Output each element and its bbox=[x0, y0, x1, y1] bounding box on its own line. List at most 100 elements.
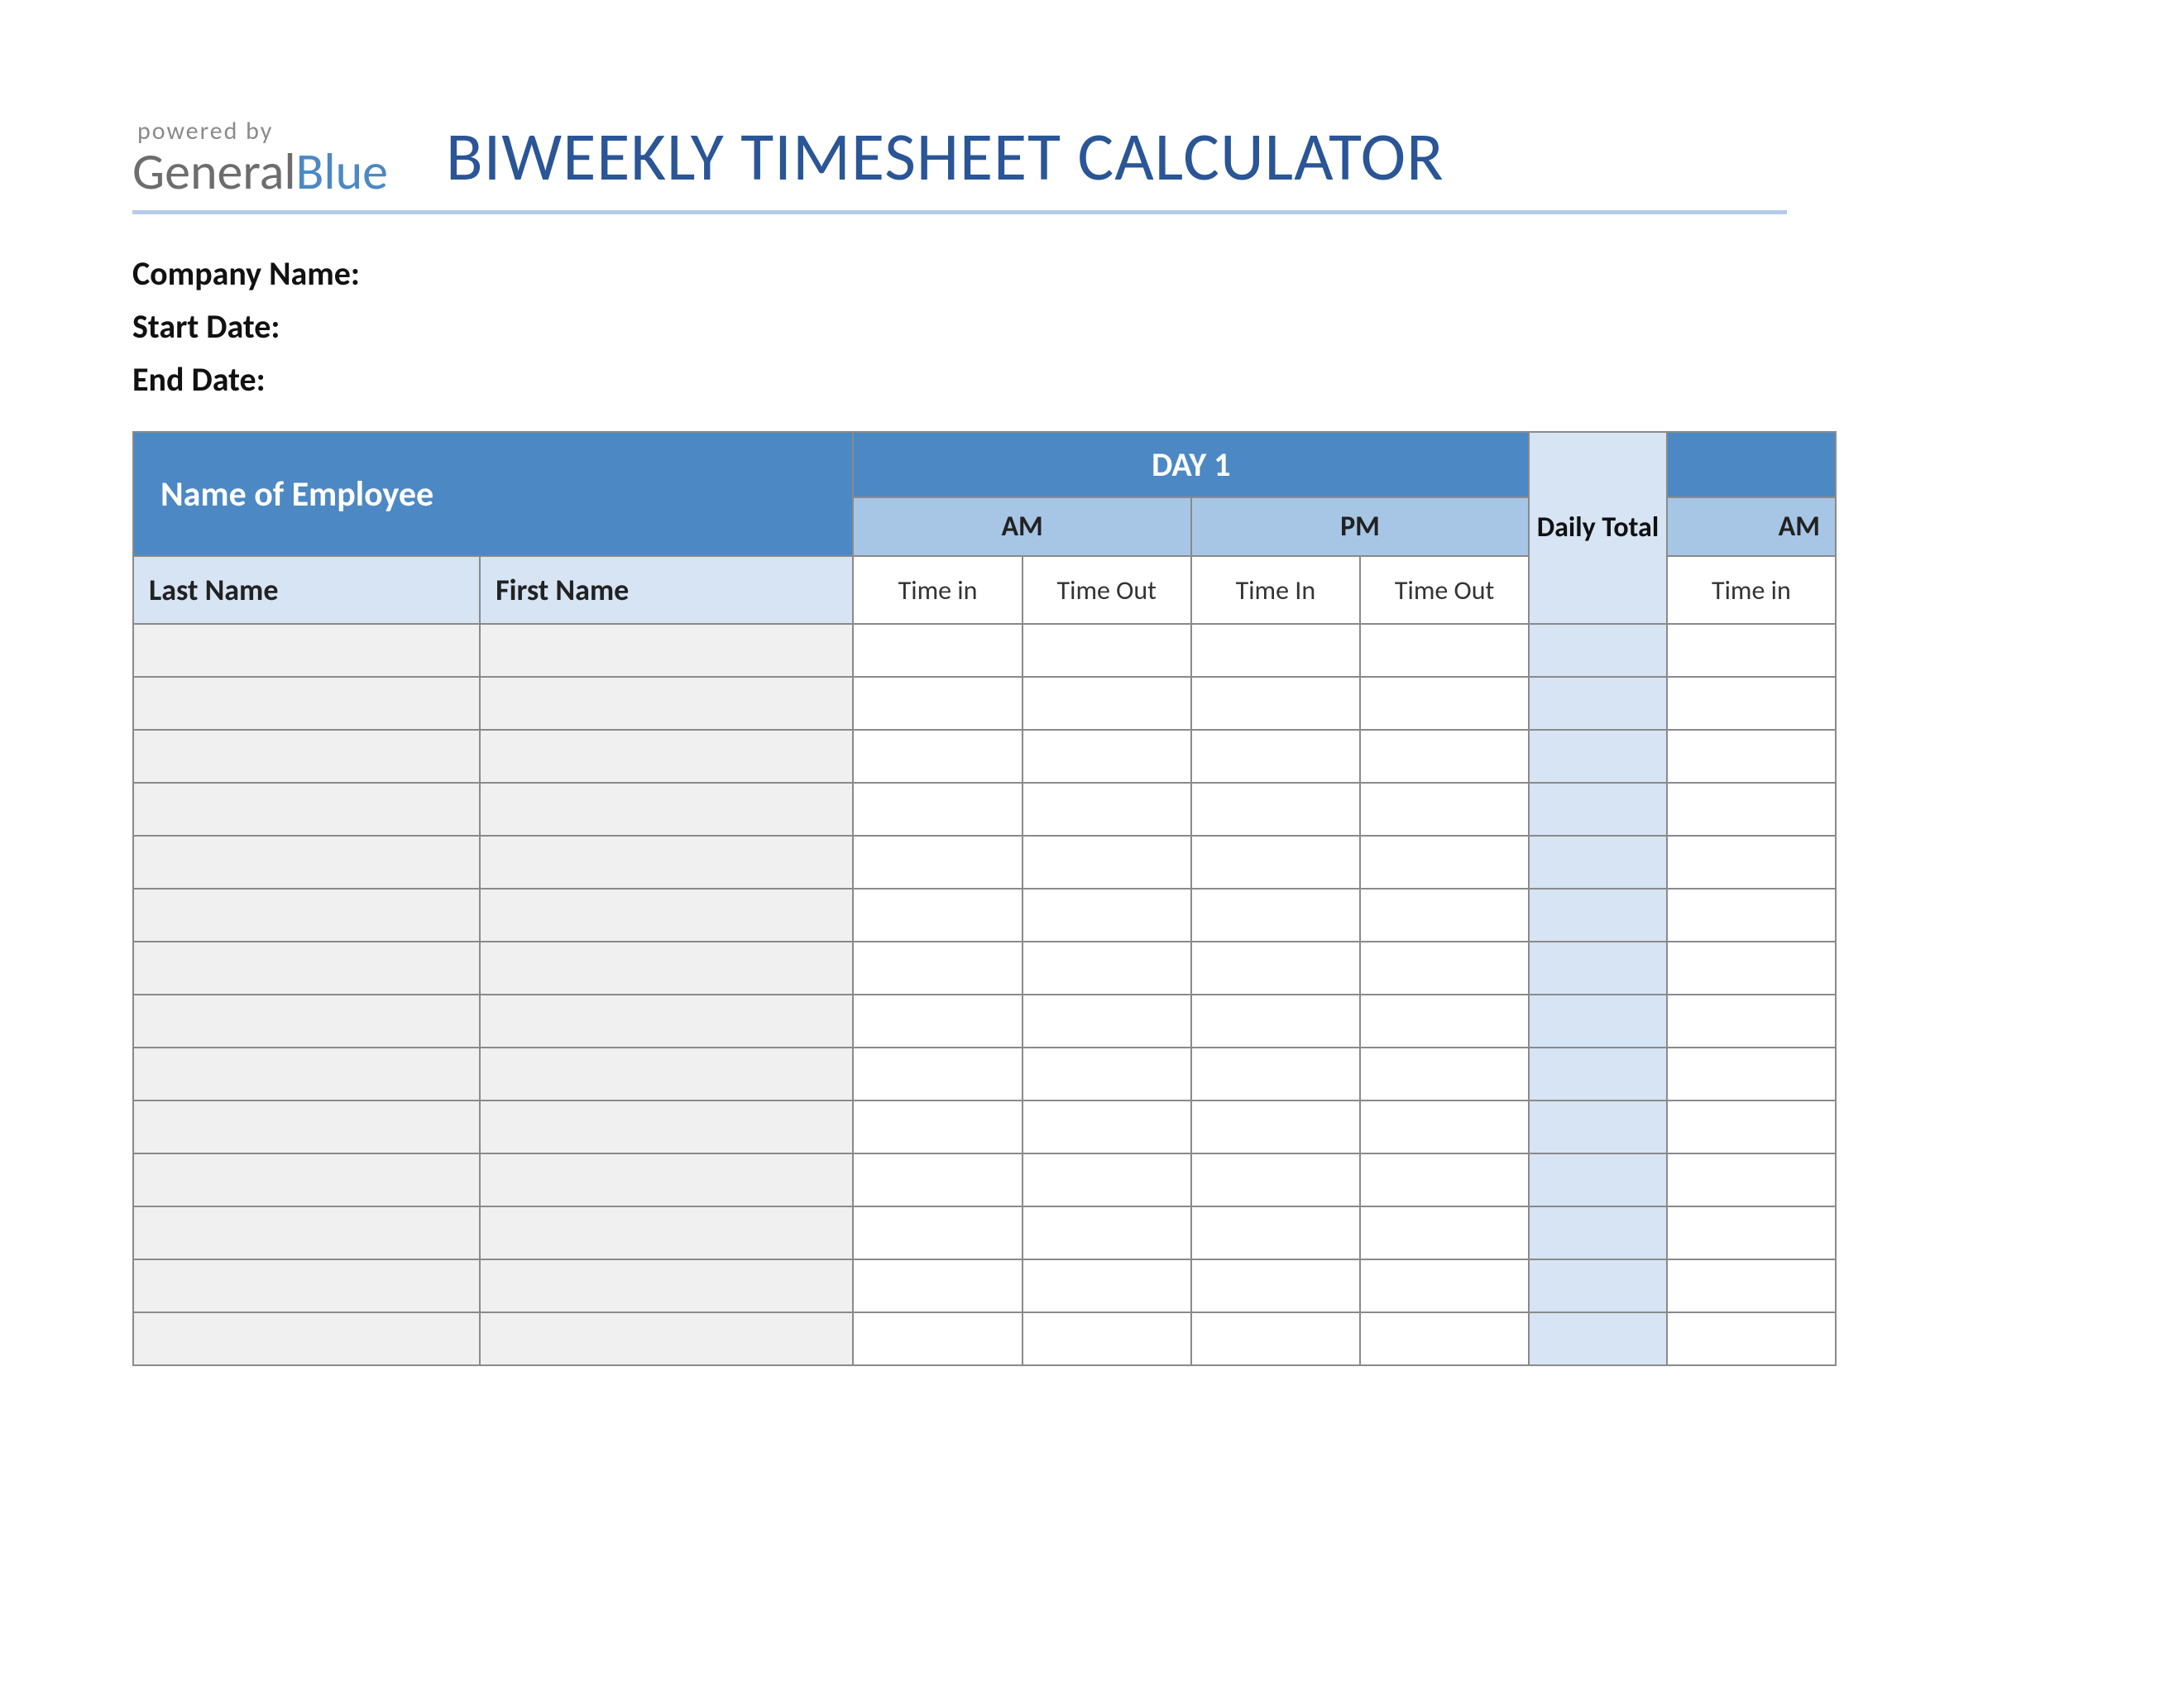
time-in-pm-cell[interactable] bbox=[1191, 677, 1360, 730]
time-in-pm-cell[interactable] bbox=[1191, 1312, 1360, 1365]
time-in-pm-cell[interactable] bbox=[1191, 889, 1360, 942]
time-in-day2-cell[interactable] bbox=[1667, 995, 1836, 1048]
daily-total-cell[interactable] bbox=[1529, 1101, 1667, 1153]
time-out-am-cell[interactable] bbox=[1023, 1153, 1191, 1206]
daily-total-cell[interactable] bbox=[1529, 1206, 1667, 1259]
daily-total-cell[interactable] bbox=[1529, 889, 1667, 942]
time-in-am-cell[interactable] bbox=[853, 1048, 1022, 1101]
time-in-pm-cell[interactable] bbox=[1191, 1101, 1360, 1153]
daily-total-cell[interactable] bbox=[1529, 1312, 1667, 1365]
daily-total-cell[interactable] bbox=[1529, 836, 1667, 889]
last-name-cell[interactable] bbox=[133, 942, 480, 995]
time-out-pm-cell[interactable] bbox=[1360, 942, 1529, 995]
time-in-pm-cell[interactable] bbox=[1191, 942, 1360, 995]
last-name-cell[interactable] bbox=[133, 624, 480, 677]
first-name-cell[interactable] bbox=[480, 1259, 853, 1312]
time-in-day2-cell[interactable] bbox=[1667, 677, 1836, 730]
last-name-cell[interactable] bbox=[133, 1101, 480, 1153]
time-out-pm-cell[interactable] bbox=[1360, 836, 1529, 889]
time-in-pm-cell[interactable] bbox=[1191, 1259, 1360, 1312]
time-in-day2-cell[interactable] bbox=[1667, 1101, 1836, 1153]
first-name-cell[interactable] bbox=[480, 1153, 853, 1206]
last-name-cell[interactable] bbox=[133, 1048, 480, 1101]
daily-total-cell[interactable] bbox=[1529, 942, 1667, 995]
daily-total-cell[interactable] bbox=[1529, 1259, 1667, 1312]
time-in-am-cell[interactable] bbox=[853, 730, 1022, 783]
first-name-cell[interactable] bbox=[480, 942, 853, 995]
time-out-am-cell[interactable] bbox=[1023, 995, 1191, 1048]
first-name-cell[interactable] bbox=[480, 1101, 853, 1153]
time-out-am-cell[interactable] bbox=[1023, 942, 1191, 995]
time-out-am-cell[interactable] bbox=[1023, 1206, 1191, 1259]
daily-total-cell[interactable] bbox=[1529, 677, 1667, 730]
first-name-cell[interactable] bbox=[480, 1312, 853, 1365]
time-in-am-cell[interactable] bbox=[853, 677, 1022, 730]
time-out-pm-cell[interactable] bbox=[1360, 677, 1529, 730]
time-in-day2-cell[interactable] bbox=[1667, 889, 1836, 942]
last-name-cell[interactable] bbox=[133, 995, 480, 1048]
time-out-pm-cell[interactable] bbox=[1360, 730, 1529, 783]
time-in-pm-cell[interactable] bbox=[1191, 836, 1360, 889]
time-in-pm-cell[interactable] bbox=[1191, 730, 1360, 783]
time-in-day2-cell[interactable] bbox=[1667, 624, 1836, 677]
time-in-day2-cell[interactable] bbox=[1667, 1312, 1836, 1365]
time-out-pm-cell[interactable] bbox=[1360, 1312, 1529, 1365]
time-out-pm-cell[interactable] bbox=[1360, 1259, 1529, 1312]
first-name-cell[interactable] bbox=[480, 730, 853, 783]
time-out-am-cell[interactable] bbox=[1023, 783, 1191, 836]
time-in-day2-cell[interactable] bbox=[1667, 942, 1836, 995]
time-in-day2-cell[interactable] bbox=[1667, 783, 1836, 836]
daily-total-cell[interactable] bbox=[1529, 783, 1667, 836]
time-out-pm-cell[interactable] bbox=[1360, 1153, 1529, 1206]
time-out-pm-cell[interactable] bbox=[1360, 783, 1529, 836]
time-out-am-cell[interactable] bbox=[1023, 1048, 1191, 1101]
time-in-day2-cell[interactable] bbox=[1667, 1153, 1836, 1206]
time-in-am-cell[interactable] bbox=[853, 942, 1022, 995]
last-name-cell[interactable] bbox=[133, 1312, 480, 1365]
time-in-pm-cell[interactable] bbox=[1191, 624, 1360, 677]
time-in-am-cell[interactable] bbox=[853, 1206, 1022, 1259]
time-in-day2-cell[interactable] bbox=[1667, 1206, 1836, 1259]
last-name-cell[interactable] bbox=[133, 1153, 480, 1206]
time-in-am-cell[interactable] bbox=[853, 783, 1022, 836]
time-in-am-cell[interactable] bbox=[853, 995, 1022, 1048]
first-name-cell[interactable] bbox=[480, 677, 853, 730]
time-in-am-cell[interactable] bbox=[853, 1312, 1022, 1365]
time-in-am-cell[interactable] bbox=[853, 624, 1022, 677]
last-name-cell[interactable] bbox=[133, 889, 480, 942]
first-name-cell[interactable] bbox=[480, 624, 853, 677]
last-name-cell[interactable] bbox=[133, 677, 480, 730]
time-out-am-cell[interactable] bbox=[1023, 624, 1191, 677]
time-out-am-cell[interactable] bbox=[1023, 1312, 1191, 1365]
time-in-pm-cell[interactable] bbox=[1191, 783, 1360, 836]
time-out-pm-cell[interactable] bbox=[1360, 1206, 1529, 1259]
daily-total-cell[interactable] bbox=[1529, 995, 1667, 1048]
daily-total-cell[interactable] bbox=[1529, 1048, 1667, 1101]
first-name-cell[interactable] bbox=[480, 783, 853, 836]
time-in-day2-cell[interactable] bbox=[1667, 836, 1836, 889]
first-name-cell[interactable] bbox=[480, 889, 853, 942]
time-out-pm-cell[interactable] bbox=[1360, 995, 1529, 1048]
time-in-am-cell[interactable] bbox=[853, 889, 1022, 942]
time-in-am-cell[interactable] bbox=[853, 1153, 1022, 1206]
time-out-am-cell[interactable] bbox=[1023, 1259, 1191, 1312]
time-out-pm-cell[interactable] bbox=[1360, 1101, 1529, 1153]
time-out-am-cell[interactable] bbox=[1023, 730, 1191, 783]
first-name-cell[interactable] bbox=[480, 995, 853, 1048]
last-name-cell[interactable] bbox=[133, 783, 480, 836]
time-out-pm-cell[interactable] bbox=[1360, 889, 1529, 942]
time-in-am-cell[interactable] bbox=[853, 1259, 1022, 1312]
time-in-pm-cell[interactable] bbox=[1191, 1206, 1360, 1259]
time-in-pm-cell[interactable] bbox=[1191, 1153, 1360, 1206]
time-out-am-cell[interactable] bbox=[1023, 889, 1191, 942]
daily-total-cell[interactable] bbox=[1529, 730, 1667, 783]
last-name-cell[interactable] bbox=[133, 1206, 480, 1259]
time-in-am-cell[interactable] bbox=[853, 1101, 1022, 1153]
last-name-cell[interactable] bbox=[133, 1259, 480, 1312]
time-in-day2-cell[interactable] bbox=[1667, 1048, 1836, 1101]
last-name-cell[interactable] bbox=[133, 836, 480, 889]
time-out-pm-cell[interactable] bbox=[1360, 624, 1529, 677]
first-name-cell[interactable] bbox=[480, 1048, 853, 1101]
time-in-day2-cell[interactable] bbox=[1667, 1259, 1836, 1312]
daily-total-cell[interactable] bbox=[1529, 624, 1667, 677]
